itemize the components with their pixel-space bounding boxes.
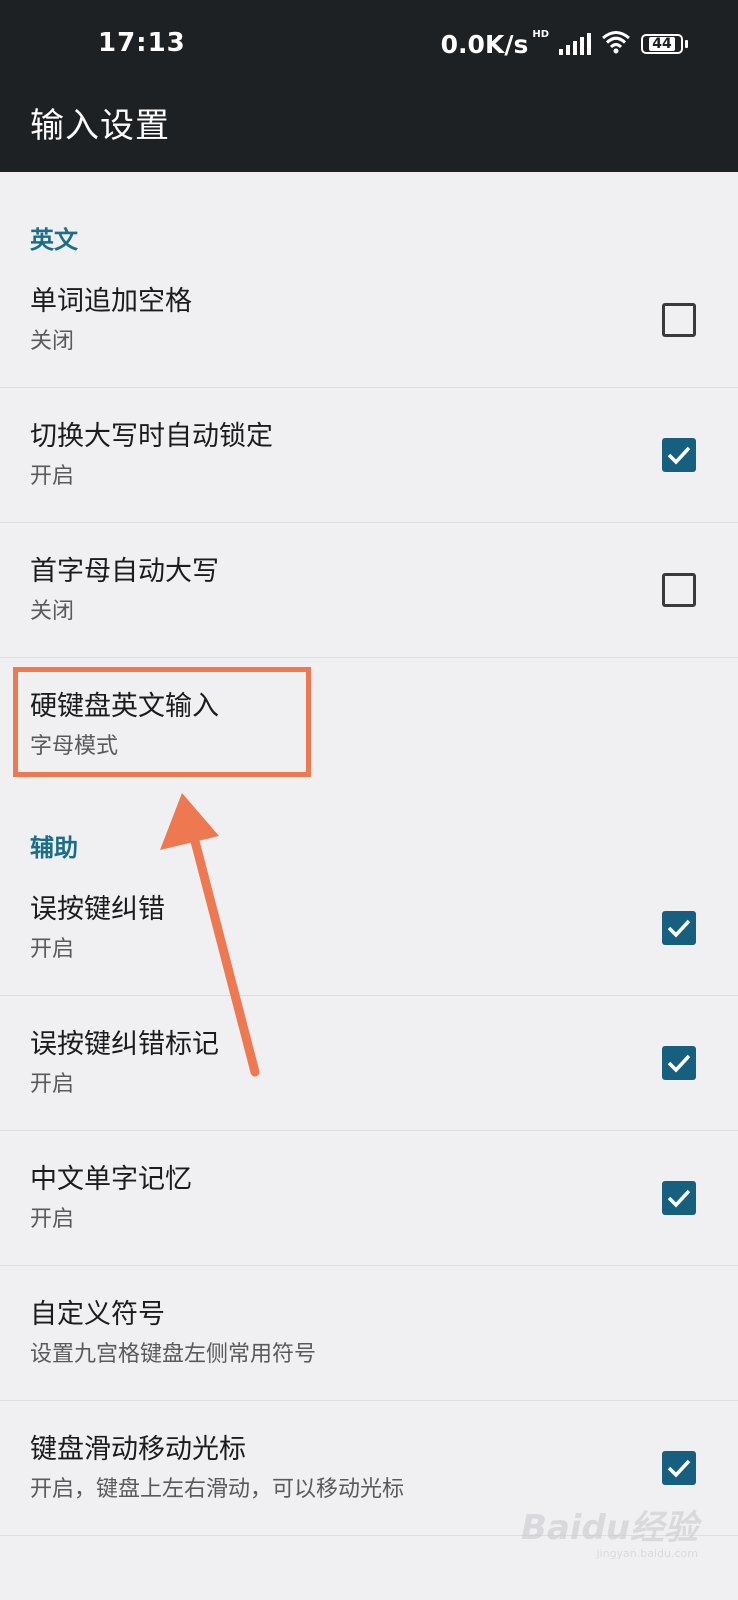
check-icon	[667, 1459, 691, 1478]
checkbox-checked[interactable]	[662, 1181, 696, 1215]
section-header-assist: 辅助	[30, 834, 78, 862]
status-icons: 0.0K/s HD 44	[441, 28, 688, 60]
check-icon	[667, 919, 691, 938]
setting-title: 首字母自动大写	[30, 556, 219, 587]
checkbox-checked[interactable]	[662, 438, 696, 472]
hd-badge: HD	[532, 28, 549, 40]
setting-subtitle: 关闭	[30, 599, 75, 624]
screen: 17:13 0.0K/s HD 44 输入设置 英文 单词追加空格 关闭 切换大…	[0, 0, 738, 1600]
page-title: 输入设置	[30, 106, 170, 146]
setting-title: 误按键纠错标记	[30, 1029, 219, 1060]
setting-row-custom-symbols[interactable]: 自定义符号 设置九宫格键盘左侧常用符号	[0, 1266, 738, 1401]
setting-title: 单词追加空格	[30, 286, 192, 317]
setting-row-char-memory[interactable]: 中文单字记忆 开启	[0, 1131, 738, 1266]
top-bar: 17:13 0.0K/s HD 44 输入设置	[0, 0, 738, 172]
setting-subtitle: 开启	[30, 1207, 75, 1232]
wifi-icon	[601, 30, 631, 58]
network-speed: 0.0K/s	[440, 29, 529, 59]
setting-subtitle: 设置九宫格键盘左侧常用符号	[30, 1342, 317, 1367]
setting-row-typo-mark[interactable]: 误按键纠错标记 开启	[0, 996, 738, 1131]
check-icon	[667, 446, 691, 465]
checkbox-unchecked[interactable]	[662, 573, 696, 607]
section-header-english: 英文	[30, 226, 78, 254]
setting-row-caps-lock[interactable]: 切换大写时自动锁定 开启	[0, 388, 738, 523]
watermark-logo: Baidu经验 jingyan.baidu.com	[521, 1500, 698, 1560]
setting-subtitle: 开启	[30, 1072, 75, 1097]
check-icon	[667, 1189, 691, 1208]
setting-subtitle: 开启，键盘上左右滑动，可以移动光标	[30, 1477, 405, 1502]
setting-title: 键盘滑动移动光标	[30, 1434, 246, 1465]
battery-level: 44	[649, 37, 675, 51]
setting-row-typo-correction[interactable]: 误按键纠错 开启	[0, 861, 738, 996]
watermark-brand: Baidu经验	[520, 1508, 698, 1548]
setting-title: 自定义符号	[30, 1299, 165, 1330]
setting-subtitle: 开启	[30, 937, 75, 962]
setting-row-auto-capitalize[interactable]: 首字母自动大写 关闭	[0, 523, 738, 658]
check-icon	[667, 1054, 691, 1073]
signal-icon	[559, 33, 591, 55]
setting-title: 切换大写时自动锁定	[30, 421, 273, 452]
checkbox-checked[interactable]	[662, 1046, 696, 1080]
setting-title: 中文单字记忆	[30, 1164, 192, 1195]
checkbox-unchecked[interactable]	[662, 303, 696, 337]
status-time: 17:13	[98, 28, 186, 58]
setting-title: 误按键纠错	[30, 894, 165, 925]
setting-subtitle: 开启	[30, 464, 75, 489]
checkbox-checked[interactable]	[662, 1451, 696, 1485]
annotation-highlight-box	[13, 667, 311, 777]
setting-subtitle: 关闭	[30, 329, 75, 354]
setting-row-word-append-space[interactable]: 单词追加空格 关闭	[0, 253, 738, 388]
battery-icon: 44	[641, 34, 688, 54]
checkbox-checked[interactable]	[662, 911, 696, 945]
